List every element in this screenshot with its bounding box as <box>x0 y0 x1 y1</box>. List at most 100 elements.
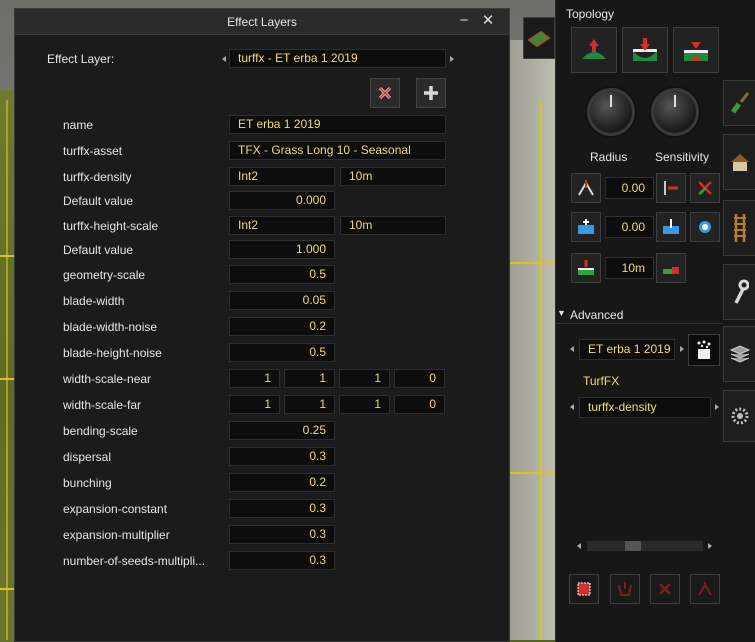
property-value-field[interactable]: 0.5 <box>229 343 335 362</box>
house-icon <box>730 154 749 171</box>
grid-line <box>6 100 8 640</box>
raise-topology-button[interactable] <box>571 27 617 73</box>
layer-height-button[interactable] <box>571 253 601 283</box>
eyedropper-icon <box>698 582 712 596</box>
grid-size-field[interactable]: 10m <box>605 257 654 279</box>
property-value-field[interactable]: 1 <box>229 369 280 388</box>
gear-icon <box>731 407 748 425</box>
layers-tab[interactable] <box>723 326 755 382</box>
delete-layer-button[interactable] <box>370 78 400 108</box>
property-value-field[interactable]: 0.000 <box>229 191 335 210</box>
water-step-button[interactable] <box>656 212 686 242</box>
property-value-field[interactable]: ET erba 1 2019 <box>229 115 446 134</box>
property-label: bunching <box>63 476 112 490</box>
scroll-track[interactable] <box>587 541 703 551</box>
property-label: bending-scale <box>63 424 138 438</box>
property-value-field[interactable]: 0.3 <box>229 525 335 544</box>
property-value-field[interactable]: Int2 <box>229 167 335 186</box>
window-titlebar[interactable]: Effect Layers − ✕ <box>15 9 509 35</box>
property-value-field[interactable]: 1 <box>339 395 390 414</box>
prev-layer-arrow-icon[interactable] <box>222 56 226 62</box>
window-title: Effect Layers <box>227 14 297 29</box>
settings-tab[interactable] <box>723 390 755 442</box>
scroll-thumb[interactable] <box>625 541 641 551</box>
flatten-icon <box>684 42 708 61</box>
grid-lock-button[interactable] <box>656 253 686 283</box>
terrain-layer-icon <box>527 30 551 48</box>
property-value-field[interactable]: 0.05 <box>229 291 335 310</box>
property-label: name <box>63 118 94 132</box>
water-value-field[interactable]: 0.00 <box>605 216 654 238</box>
property-value-field[interactable]: 0.2 <box>229 317 335 336</box>
property-value-field[interactable]: 0.3 <box>229 447 335 466</box>
sensitivity-knob[interactable] <box>651 88 699 136</box>
layers-tool-button[interactable] <box>523 17 555 59</box>
next-layer-arrow-icon[interactable] <box>450 56 454 62</box>
flatten-topology-button[interactable] <box>673 27 719 73</box>
height-pick-icon <box>578 180 594 196</box>
track-icon <box>733 214 746 242</box>
property-label: blade-width <box>63 294 125 308</box>
water-pick-button[interactable] <box>690 212 720 242</box>
property-label: expansion-constant <box>63 502 168 516</box>
property-value-field[interactable]: 0.3 <box>229 499 335 518</box>
property-value-field[interactable]: 0.5 <box>229 265 335 284</box>
property-value-field[interactable]: TFX - Grass Long 10 - Seasonal <box>229 141 446 160</box>
property-value-field[interactable]: 0.2 <box>229 473 335 492</box>
scroll-left-icon[interactable] <box>577 543 581 549</box>
buildings-tab[interactable] <box>723 134 755 190</box>
close-button[interactable]: ✕ <box>479 12 497 30</box>
advanced-collapse-icon[interactable]: ▼ <box>557 308 566 318</box>
prev-effect-arrow-icon[interactable] <box>570 346 574 352</box>
param-select[interactable]: turffx-density <box>579 397 711 418</box>
lower-topology-button[interactable] <box>622 27 668 73</box>
property-value-field[interactable]: Int2 <box>229 216 335 235</box>
property-label: dispersal <box>63 450 112 464</box>
erase-effect-button[interactable] <box>650 574 680 604</box>
bucket-button[interactable] <box>610 574 640 604</box>
next-param-arrow-icon[interactable] <box>715 404 719 410</box>
effect-paint-button[interactable] <box>688 334 720 366</box>
height-clear-button[interactable] <box>690 173 720 203</box>
property-value-field[interactable]: 1 <box>284 395 335 414</box>
property-value-field[interactable]: 0.25 <box>229 421 335 440</box>
water-raise-button[interactable] <box>571 212 601 242</box>
property-value-field[interactable]: 1.000 <box>229 240 335 259</box>
height-pick-button[interactable] <box>571 173 601 203</box>
effect-layer-label: Effect Layer: <box>47 52 115 66</box>
height-step-button[interactable] <box>656 173 686 203</box>
property-value-field[interactable]: 0.3 <box>229 551 335 570</box>
property-value-field[interactable]: 0 <box>394 369 445 388</box>
stop-icon <box>577 582 591 596</box>
property-value-field[interactable]: 0 <box>394 395 445 414</box>
spray-icon <box>697 340 711 359</box>
radius-knob[interactable] <box>587 88 635 136</box>
water-level-icon <box>663 219 679 234</box>
property-value-field[interactable]: 1 <box>339 369 390 388</box>
property-label: Default value <box>63 194 134 208</box>
advanced-layer-select[interactable]: ET erba 1 2019 <box>579 339 675 360</box>
property-value-field[interactable]: 1 <box>229 395 280 414</box>
horizontal-scrollbar[interactable] <box>577 540 713 552</box>
grid-line <box>540 100 542 640</box>
select-area-button[interactable] <box>569 574 599 604</box>
property-label: turffx-density <box>63 170 132 184</box>
next-effect-arrow-icon[interactable] <box>680 346 684 352</box>
scroll-right-icon[interactable] <box>708 543 712 549</box>
track-tab[interactable] <box>723 200 755 256</box>
advanced-title: Advanced <box>570 308 624 322</box>
property-label: number-of-seeds-multipli... <box>63 554 206 568</box>
paint-tab[interactable] <box>723 80 755 126</box>
height-value-field[interactable]: 0.00 <box>605 177 654 199</box>
plus-icon <box>424 86 438 100</box>
property-value-field[interactable]: 1 <box>284 369 335 388</box>
tools-tab[interactable] <box>723 264 755 320</box>
add-layer-button[interactable] <box>416 78 446 108</box>
eyedropper-button[interactable] <box>690 574 720 604</box>
property-value-field[interactable]: 10m <box>340 216 446 235</box>
property-value-field[interactable]: 10m <box>340 167 446 186</box>
effect-layer-select[interactable]: turffx - ET erba 1 2019 <box>229 49 446 68</box>
property-label: expansion-multiplier <box>63 528 170 542</box>
prev-param-arrow-icon[interactable] <box>570 404 574 410</box>
minimize-button[interactable]: − <box>455 12 473 30</box>
